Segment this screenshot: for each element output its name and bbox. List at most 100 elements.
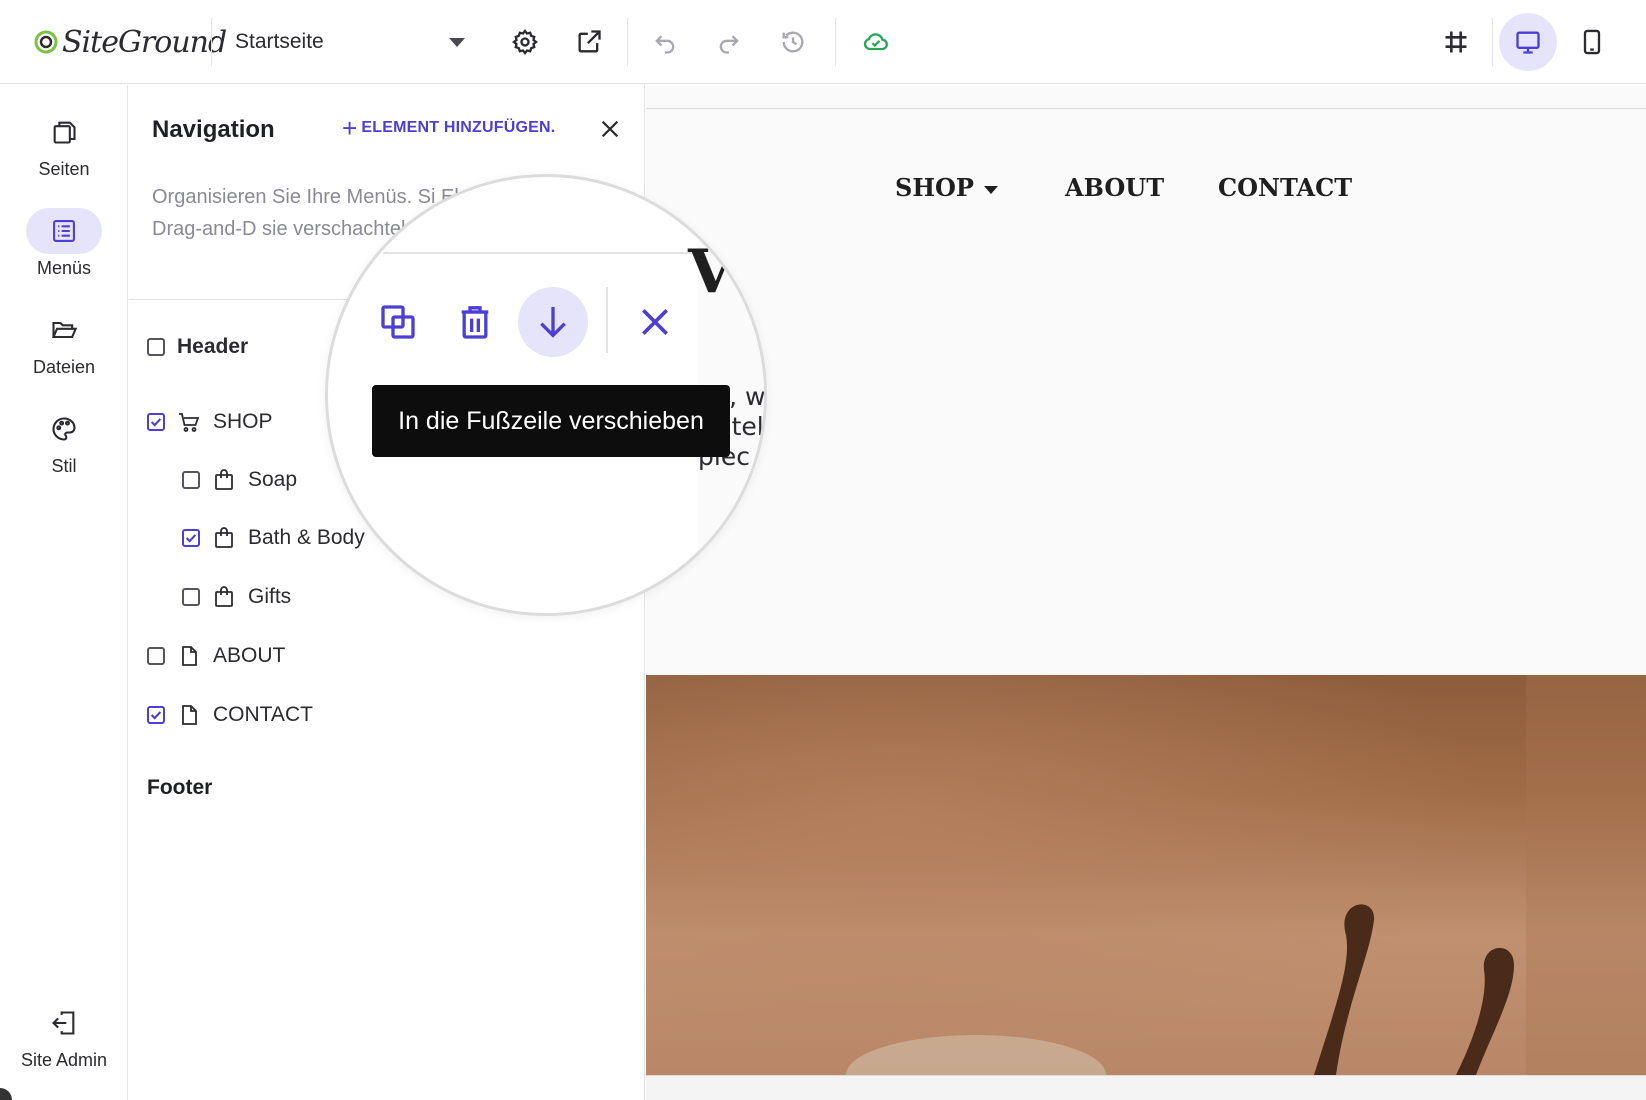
rail-item-style[interactable]: Stil [0,406,128,477]
duplicate-item-button[interactable] [363,287,433,357]
menu-item-checkbox[interactable] [147,647,165,665]
canvas-top-border [646,108,1646,109]
publish-status-button[interactable] [856,22,896,62]
files-icon-wrap [26,307,102,353]
siteground-logo-icon [34,30,58,54]
footer-section-label: Footer [147,776,213,799]
rail-label-pages: Seiten [38,159,90,179]
bag-icon [215,469,233,490]
toolbar-divider [211,18,212,66]
menu-item-contact[interactable]: CONTACT [147,703,313,727]
rail-label-style: Stil [51,456,77,476]
grid-icon [1445,31,1467,53]
history-button[interactable] [773,22,813,62]
open-site-button[interactable] [569,22,609,62]
top-toolbar: SiteGround Startseite [0,0,1646,84]
close-icon [642,309,668,335]
magnified-divider [383,252,703,254]
rail-item-pages[interactable]: Seiten [0,109,128,180]
bag-icon [215,586,233,607]
rail-label-menus: Menüs [36,258,92,278]
menu-item-bath-body[interactable]: Bath & Body [182,526,365,550]
menus-icon [53,220,75,242]
plus-icon: + [342,113,358,143]
undo-icon [655,35,675,54]
cart-icon [179,413,200,432]
left-rail: Seiten Menüs Dateien Stil Site Admin [0,85,128,1100]
menu-item-soap[interactable]: Soap [182,468,297,492]
hero-image [646,675,1646,1075]
panel-close-button[interactable] [595,114,625,144]
desktop-view-icon [1516,31,1540,54]
close-icon [601,120,619,138]
palette-icon [52,417,76,441]
brand-name: SiteGround [62,24,227,60]
gear-icon [512,29,538,55]
menu-item-label: SHOP [213,410,273,433]
pages-icon-wrap [26,109,102,155]
check-icon [185,534,197,543]
siteground-logo: SiteGround [34,22,227,62]
site-nav-item-about[interactable]: ABOUT [1065,173,1164,202]
menu-item-shop[interactable]: SHOP [147,410,273,434]
action-divider [606,287,608,353]
move-to-footer-button[interactable] [518,287,588,357]
trash-icon [461,306,489,339]
panel-title: Navigation [152,116,275,143]
history-icon [782,31,804,53]
menu-item-checkbox[interactable] [182,471,200,489]
header-section-row: Header [147,335,248,359]
menu-item-checkbox[interactable] [147,706,165,724]
menu-item-checkbox[interactable] [147,413,165,431]
rail-item-files[interactable]: Dateien [0,307,128,378]
page-icon [182,646,197,666]
magnified-heading-glyph: V [688,237,735,307]
grid-toggle-button[interactable] [1436,22,1476,62]
menu-item-label: CONTACT [213,703,313,726]
rail-label-files: Dateien [32,357,96,377]
magnifier-overlay: V on, weve in ut tell a piec In die Fußz… [325,174,767,616]
mobile-view-button[interactable] [1572,22,1612,62]
rail-item-menus[interactable]: Menüs [0,208,128,279]
check-icon [150,711,162,720]
menu-item-gifts[interactable]: Gifts [182,585,291,609]
undo-button[interactable] [645,22,685,62]
site-preview-canvas[interactable]: SHOP ABOUT CONTACT [646,85,1646,1100]
toolbar-divider [1492,18,1493,66]
site-nav-label: SHOP [895,173,974,202]
open-external-icon [578,30,601,53]
page-selector-value: Startseite [235,30,324,53]
vanilla-pods-image [646,675,1646,1075]
tooltip: In die Fußzeile verschieben [372,385,730,457]
redo-button[interactable] [709,22,749,62]
duplicate-icon [381,305,415,339]
bag-icon [215,527,233,548]
site-admin-label: Site Admin [20,1050,108,1070]
delete-item-button[interactable] [440,287,510,357]
header-checkbox[interactable] [147,338,165,356]
menu-item-checkbox[interactable] [182,529,200,547]
page-selector-dropdown[interactable]: Startseite [225,22,475,62]
cloud-saved-icon [863,33,888,51]
caret-down-icon [983,185,998,194]
add-element-button[interactable]: + ELEMENT HINZUFÜGEN. [342,113,556,143]
canvas-bottom-border [646,1075,1646,1100]
header-label: Header [177,335,249,358]
add-element-label: ELEMENT HINZUFÜGEN. [361,119,556,136]
desktop-view-button[interactable] [1499,13,1557,71]
page-icon [182,705,197,725]
site-nav-item-contact[interactable]: CONTACT [1218,173,1352,202]
menu-item-about[interactable]: ABOUT [147,644,285,668]
close-actions-button[interactable] [620,287,690,357]
exit-icon [52,1011,75,1035]
style-icon-wrap [26,406,102,452]
menu-item-checkbox[interactable] [182,588,200,606]
mobile-view-icon [1583,29,1601,55]
site-admin-icon-wrap [26,1000,102,1046]
site-nav-item-shop[interactable]: SHOP [895,173,998,202]
menu-item-label: Bath & Body [248,526,365,549]
site-admin-button[interactable]: Site Admin [0,1000,128,1071]
settings-button[interactable] [505,22,545,62]
redo-icon [719,35,739,54]
menu-item-label: ABOUT [213,644,286,667]
